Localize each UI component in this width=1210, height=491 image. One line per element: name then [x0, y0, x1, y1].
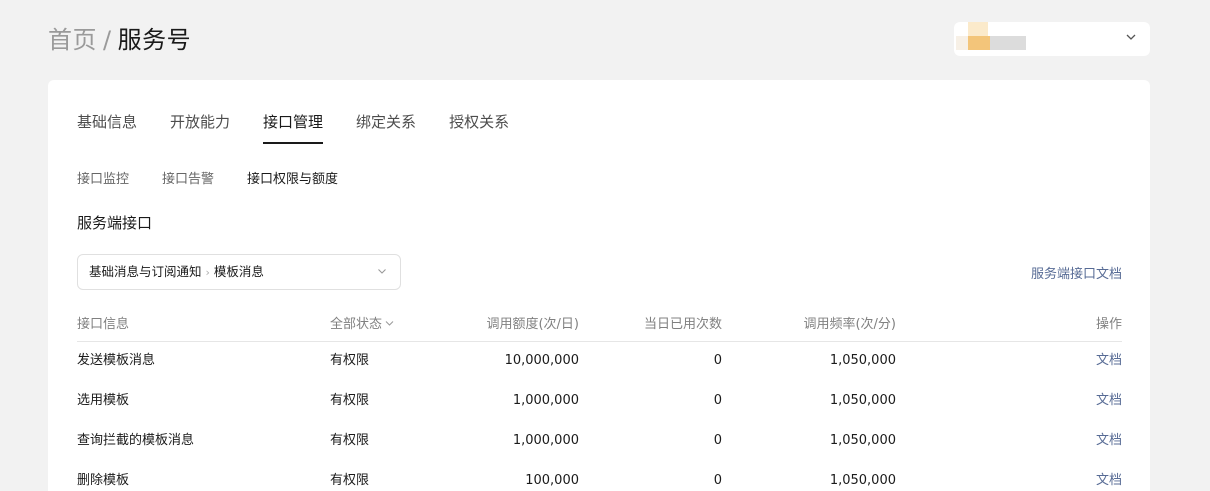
select-subcategory: 模板消息: [213, 264, 264, 279]
header-quota: 调用额度(次/日): [486, 317, 579, 332]
main-card: 基础信息 开放能力 接口管理 绑定关系 授权关系 接口监控 接口告警 接口权限与…: [48, 80, 1150, 491]
header-frequency: 调用频率(次/分): [803, 317, 896, 332]
category-select[interactable]: 基础消息与订阅通知 › 模板消息: [77, 254, 401, 290]
header-used-today: 当日已用次数: [643, 317, 722, 332]
cell-frequency: 1,050,000: [829, 393, 896, 408]
avatar-blur: [968, 22, 988, 36]
select-separator: ›: [205, 266, 210, 279]
header-interface-info: 接口信息: [77, 317, 130, 332]
cell-status: 有权限: [330, 353, 370, 368]
cell-used-today: 0: [713, 393, 722, 408]
avatar-blur: [968, 36, 990, 50]
breadcrumb-separator: /: [103, 26, 112, 54]
tab-authorization-relations[interactable]: 授权关系: [449, 112, 509, 144]
account-switcher[interactable]: [954, 22, 1150, 56]
header-operation: 操作: [1095, 317, 1122, 332]
header-status: 全部状态: [330, 317, 383, 332]
cell-quota: 1,000,000: [512, 393, 579, 408]
select-category: 基础消息与订阅通知: [89, 264, 202, 279]
cell-status: 有权限: [330, 473, 370, 488]
cell-interface-name: 删除模板: [77, 473, 130, 488]
chevron-down-icon: [1126, 34, 1136, 40]
cell-interface-name: 选用模板: [77, 393, 130, 408]
cell-interface-name: 发送模板消息: [77, 353, 156, 368]
cell-used-today: 0: [713, 433, 722, 448]
breadcrumb: 首页 / 服务号: [48, 24, 191, 56]
cell-used-today: 0: [713, 473, 722, 488]
cell-status: 有权限: [330, 433, 370, 448]
cell-quota: 1,000,000: [512, 433, 579, 448]
sub-tabs: 接口监控 接口告警 接口权限与额度: [77, 168, 371, 187]
cell-frequency: 1,050,000: [829, 353, 896, 368]
doc-link[interactable]: 文档: [1096, 342, 1122, 380]
subtab-alerts[interactable]: 接口告警: [162, 168, 214, 187]
cell-quota: 100,000: [525, 473, 579, 488]
server-api-docs-link[interactable]: 服务端接口文档: [1031, 263, 1122, 282]
page-title: 服务号: [117, 26, 192, 54]
breadcrumb-home[interactable]: 首页: [48, 26, 97, 54]
doc-link[interactable]: 文档: [1096, 422, 1122, 460]
cell-interface-name: 查询拦截的模板消息: [77, 433, 195, 448]
interface-table: 接口信息 全部状态 调用额度(次/日) 当日已用次数 调用频率(次/分) 操作 …: [77, 308, 1122, 491]
cell-frequency: 1,050,000: [829, 473, 896, 488]
table-row: 查询拦截的模板消息 有权限 1,000,000 0 1,050,000 文档: [77, 422, 1122, 462]
doc-link[interactable]: 文档: [1096, 462, 1122, 491]
tab-interface-management[interactable]: 接口管理: [263, 112, 324, 144]
tab-basic-info[interactable]: 基础信息: [77, 112, 137, 144]
section-title: 服务端接口: [77, 214, 153, 232]
table-row: 删除模板 有权限 100,000 0 1,050,000 文档: [77, 462, 1122, 491]
cell-quota: 10,000,000: [504, 353, 579, 368]
subtab-monitoring[interactable]: 接口监控: [77, 168, 129, 187]
cell-frequency: 1,050,000: [829, 433, 896, 448]
cell-status: 有权限: [330, 393, 370, 408]
subtab-permissions-quota[interactable]: 接口权限与额度: [247, 168, 338, 187]
table-row: 选用模板 有权限 1,000,000 0 1,050,000 文档: [77, 382, 1122, 422]
account-name-blur: [990, 36, 1026, 50]
chevron-down-icon: [378, 269, 386, 274]
chevron-down-icon: [385, 321, 394, 326]
cell-used-today: 0: [713, 353, 722, 368]
avatar-blur: [956, 36, 968, 50]
main-tabs: 基础信息 开放能力 接口管理 绑定关系 授权关系: [77, 112, 542, 144]
doc-link[interactable]: 文档: [1096, 382, 1122, 420]
tab-open-capabilities[interactable]: 开放能力: [170, 112, 230, 144]
tab-binding-relations[interactable]: 绑定关系: [356, 112, 416, 144]
status-filter[interactable]: 全部状态: [330, 308, 394, 342]
table-header: 接口信息 全部状态 调用额度(次/日) 当日已用次数 调用频率(次/分) 操作: [77, 308, 1122, 342]
table-row: 发送模板消息 有权限 10,000,000 0 1,050,000 文档: [77, 342, 1122, 382]
